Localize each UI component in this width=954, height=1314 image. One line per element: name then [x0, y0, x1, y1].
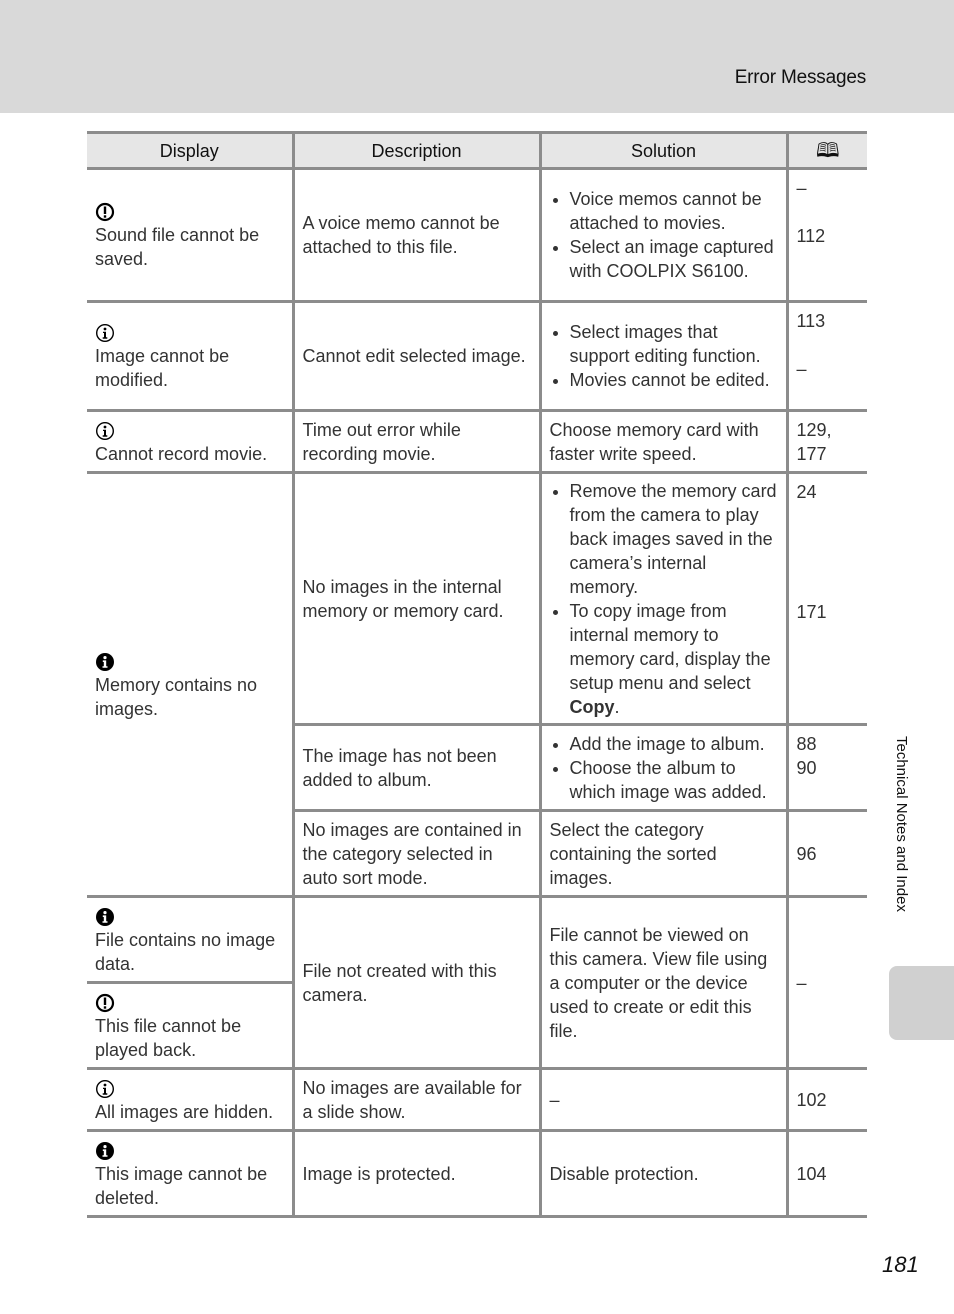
- solution-item: Select an image captured with COOLPIX S6…: [570, 235, 778, 283]
- solution-item: Select images that support editing funct…: [570, 320, 778, 368]
- display-message: File contains no image data.: [95, 929, 276, 974]
- description-cell: A voice memo cannot be attached to this …: [291, 167, 540, 303]
- display-cell: All images are hidden.: [87, 1067, 293, 1132]
- display-cell: Memory contains no images.: [87, 471, 293, 898]
- side-tab-marker[interactable]: [889, 966, 954, 1040]
- table-row: Image cannot be modified. Cannot edit se…: [87, 300, 867, 412]
- info-filled-icon: [96, 907, 114, 926]
- page-ref-cell[interactable]: 104: [785, 1129, 867, 1218]
- page-ref-cell[interactable]: 88 90: [785, 723, 867, 812]
- solution-item: Add the image to album.: [570, 732, 778, 756]
- book-reference-icon: 🕮: [815, 139, 840, 162]
- column-header-description: Description: [291, 131, 540, 170]
- solution-cell: Voice memos cannot be attached to movies…: [538, 167, 787, 303]
- solution-item: Voice memos cannot be attached to movies…: [570, 187, 778, 235]
- display-cell: Image cannot be modified.: [87, 300, 293, 412]
- description-cell: The image has not been added to album.: [291, 723, 540, 812]
- table-row: File contains no image data. File not cr…: [87, 895, 867, 1070]
- solution-cell: Select the category containing the sorte…: [538, 809, 787, 898]
- page-ref-cell[interactable]: –: [785, 895, 867, 1070]
- solution-cell: Disable protection.: [538, 1129, 787, 1218]
- description-cell: No images in the internal memory or memo…: [291, 471, 540, 726]
- table-header-row: Display Description Solution 🕮: [87, 131, 867, 170]
- page-ref[interactable]: –: [797, 357, 860, 381]
- side-tab-label: Technical Notes and Index: [893, 736, 910, 912]
- copy-menu-label: Copy: [569, 696, 615, 717]
- info-filled-icon: [96, 652, 114, 671]
- display-cell: This image cannot be deleted.: [87, 1129, 293, 1218]
- page-ref[interactable]: 171: [797, 600, 860, 624]
- table-row: Memory contains no images. No images in …: [87, 471, 867, 898]
- column-header-solution: Solution: [538, 131, 787, 170]
- page-ref-cell: 113 –: [785, 300, 867, 412]
- section-title: Error Messages: [734, 67, 866, 88]
- display-cell: File contains no image data.: [87, 895, 293, 984]
- info-filled-icon: [96, 1141, 114, 1160]
- warning-icon: [95, 203, 115, 222]
- page-ref-cell[interactable]: 102: [785, 1067, 867, 1132]
- page-ref[interactable]: 24: [797, 480, 860, 600]
- solution-cell: Choose memory card with faster write spe…: [538, 409, 787, 474]
- solution-cell: File cannot be viewed on this camera. Vi…: [538, 895, 787, 1070]
- table-row: This image cannot be deleted. Image is p…: [87, 1129, 867, 1218]
- display-message: Memory contains no images.: [95, 674, 258, 719]
- error-messages-table: Display Description Solution 🕮 Sound fil…: [87, 131, 867, 1218]
- page-ref[interactable]: –: [797, 176, 860, 224]
- solution-cell: Add the image to album. Choose the album…: [538, 723, 787, 812]
- display-message: This image cannot be deleted.: [95, 1163, 268, 1208]
- page-ref-cell: – 112: [785, 167, 867, 303]
- display-cell: Cannot record movie.: [87, 409, 293, 474]
- column-header-display: Display: [87, 131, 293, 170]
- page-ref-cell: 24 171: [785, 471, 867, 726]
- display-message: Image cannot be modified.: [95, 346, 230, 390]
- description-cell: Image is protected.: [291, 1129, 540, 1218]
- header-band: [0, 0, 954, 113]
- description-cell: Time out error while recording movie.: [291, 409, 540, 474]
- solution-text: To copy image from internal memory to me…: [569, 600, 771, 693]
- page-ref[interactable]: 112: [797, 224, 860, 248]
- table-row: All images are hidden. No images are ava…: [87, 1067, 867, 1132]
- solution-item: Choose the album to which image was adde…: [570, 756, 778, 804]
- page-number: 181: [882, 1252, 919, 1277]
- solution-item: Movies cannot be edited.: [570, 368, 778, 392]
- description-cell: No images are contained in the category …: [291, 809, 540, 898]
- solution-cell: Remove the memory card from the camera t…: [538, 471, 787, 726]
- page-ref[interactable]: 113: [797, 309, 860, 357]
- warning-icon: [95, 993, 115, 1012]
- display-message: Sound file cannot be saved.: [95, 225, 260, 269]
- display-cell: This file cannot be played back.: [87, 981, 293, 1070]
- display-message: All images are hidden.: [95, 1101, 274, 1122]
- description-cell: No images are available for a slide show…: [291, 1067, 540, 1132]
- table-row: Sound file cannot be saved. A voice memo…: [87, 167, 867, 303]
- solution-cell: Select images that support editing funct…: [538, 300, 787, 412]
- display-cell: Sound file cannot be saved.: [87, 167, 293, 303]
- info-outline-icon: [95, 1079, 115, 1098]
- page-ref-cell[interactable]: 96: [785, 809, 867, 898]
- column-header-reference: 🕮: [785, 131, 867, 170]
- description-cell: File not created with this camera.: [291, 895, 540, 1070]
- display-message: Cannot record movie.: [95, 443, 268, 464]
- page-ref-cell[interactable]: 129, 177: [785, 409, 867, 474]
- solution-cell: –: [538, 1067, 787, 1132]
- info-outline-icon: [95, 421, 115, 440]
- info-outline-icon: [95, 324, 115, 343]
- solution-item: Remove the memory card from the camera t…: [570, 479, 778, 599]
- description-cell: Cannot edit selected image.: [291, 300, 540, 412]
- table-row: Cannot record movie. Time out error whil…: [87, 409, 867, 474]
- display-message: This file cannot be played back.: [95, 1015, 242, 1060]
- solution-item: To copy image from internal memory to me…: [570, 599, 778, 719]
